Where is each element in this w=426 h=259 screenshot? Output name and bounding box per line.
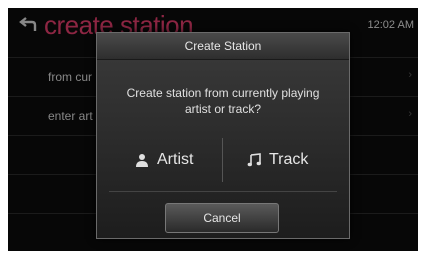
artist-button[interactable]: Artist: [135, 145, 193, 175]
screen: create station 12:02 AM from cur › enter…: [8, 8, 418, 251]
create-station-dialog: Create Station Create station from curre…: [96, 32, 350, 239]
artist-label: Artist: [157, 151, 194, 168]
cancel-button[interactable]: Cancel: [165, 203, 279, 233]
divider: [109, 191, 337, 192]
dialog-message: Create station from currently playing ar…: [107, 85, 339, 117]
track-button[interactable]: Track: [247, 145, 308, 175]
music-note-icon: [247, 153, 261, 167]
dialog-message-line2: artist or track?: [184, 102, 262, 116]
person-icon: [136, 154, 148, 167]
dialog-message-line1: Create station from currently playing: [126, 86, 320, 100]
dialog-title: Create Station: [97, 33, 349, 60]
track-label: Track: [269, 151, 309, 168]
divider: [222, 138, 223, 182]
